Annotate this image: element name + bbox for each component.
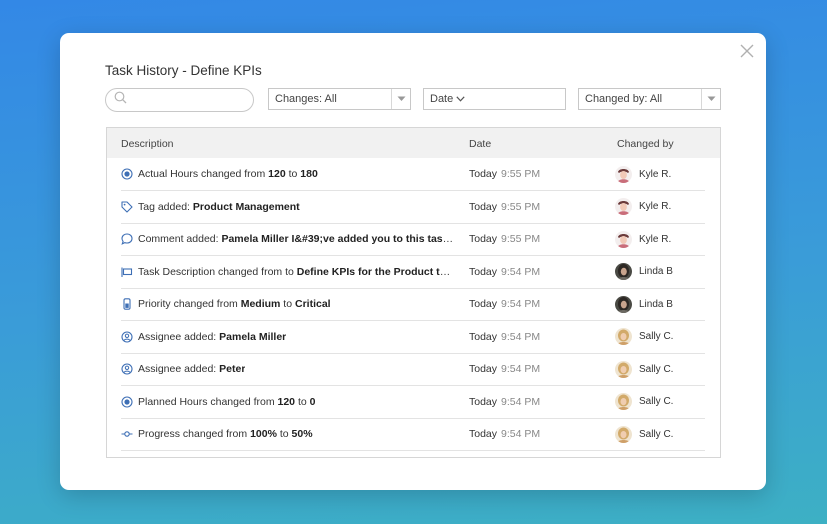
table-row[interactable]: Assignee added: Pamela Miller Today 9:54 P… bbox=[121, 321, 705, 354]
row-date: Today 9:54 PM bbox=[469, 428, 541, 440]
table-row[interactable]: Comment added: Pamela Miller I&#39;ve ad… bbox=[121, 223, 705, 256]
row-changed-by: Linda B bbox=[615, 256, 673, 288]
column-header-date: Date bbox=[469, 138, 492, 150]
chevron-down-icon[interactable] bbox=[391, 89, 410, 109]
date-filter-value: Date bbox=[430, 93, 454, 105]
search-box[interactable] bbox=[105, 88, 254, 112]
row-changed-by: Sally C. bbox=[615, 418, 673, 450]
row-changed-by: Sally C. bbox=[615, 353, 673, 385]
user-name: Sally C. bbox=[639, 331, 674, 342]
row-changed-by: Sally C. bbox=[615, 321, 673, 353]
row-description: Assignee added: Peter bbox=[121, 353, 456, 385]
row-date: Today 9:54 PM bbox=[469, 298, 541, 310]
row-date: Today 9:55 PM bbox=[469, 168, 541, 180]
table-row[interactable]: Assignee added: Peter Today 9:54 PM Sally C… bbox=[121, 353, 705, 386]
row-description: Priority changed from Medium to Critical bbox=[121, 288, 456, 320]
table-row[interactable]: Actual Hours changed from 120 to 180 Toda… bbox=[121, 158, 705, 191]
avatar bbox=[615, 198, 632, 215]
row-changed-by: Linda B bbox=[615, 288, 673, 320]
hours-icon bbox=[121, 395, 133, 408]
row-date: Today 9:54 PM bbox=[469, 395, 541, 408]
user-name: Kyle R. bbox=[639, 233, 672, 245]
description-text: Assignee added: Peter bbox=[138, 363, 246, 375]
row-description: Assignee added: Pamela Miller bbox=[121, 321, 456, 353]
row-date: Today 9:54 PM bbox=[469, 363, 541, 375]
user-name: Sally C. bbox=[639, 396, 674, 407]
tag-icon bbox=[121, 200, 133, 213]
assignee-icon bbox=[121, 330, 133, 343]
history-table: Description Date Changed by Actual Hours… bbox=[106, 127, 721, 458]
hours-icon bbox=[121, 168, 133, 180]
chevron-down-icon bbox=[456, 93, 465, 105]
description-text: Task Description changed from to Define … bbox=[138, 265, 456, 278]
close-icon[interactable] bbox=[740, 44, 754, 58]
row-date: Today 9:55 PM bbox=[469, 200, 541, 213]
modal-title: Task History - Define KPIs bbox=[105, 63, 262, 78]
user-name: Sally C. bbox=[639, 363, 674, 375]
avatar bbox=[615, 360, 632, 378]
description-icon bbox=[121, 266, 133, 278]
column-header-changed-by: Changed by bbox=[617, 138, 674, 150]
search-input[interactable] bbox=[131, 94, 251, 106]
user-name: Kyle R. bbox=[639, 168, 672, 180]
description-text: Planned Hours changed from 120 to 0 bbox=[138, 395, 316, 408]
avatar bbox=[615, 393, 632, 410]
table-row[interactable]: Task Description changed from to Define … bbox=[121, 256, 705, 289]
description-text: Assignee added: Pamela Miller bbox=[138, 330, 287, 343]
comment-icon bbox=[121, 233, 133, 245]
row-date: Today 9:54 PM bbox=[469, 330, 541, 343]
changes-filter-select[interactable]: Changes: All bbox=[268, 88, 411, 110]
assignee-icon bbox=[121, 363, 133, 375]
description-text: Priority changed from Medium to Critical bbox=[138, 298, 331, 310]
table-row[interactable]: Priority changed from Medium to Critical… bbox=[121, 288, 705, 321]
row-description: Comment added: Pamela Miller I&#39;ve ad… bbox=[121, 223, 456, 255]
row-description: Planned Hours changed from 120 to 0 bbox=[121, 386, 456, 418]
avatar bbox=[615, 295, 632, 313]
row-changed-by: Kyle R. bbox=[615, 191, 671, 223]
row-changed-by: Sally C. bbox=[615, 386, 673, 418]
user-name: Sally C. bbox=[639, 428, 674, 440]
avatar bbox=[615, 328, 632, 345]
task-history-modal: Task History - Define KPIs Changes: All … bbox=[60, 33, 766, 490]
table-row[interactable]: Progress changed from 100% to 50% Today 9:… bbox=[121, 418, 705, 451]
avatar bbox=[615, 165, 632, 183]
avatar bbox=[615, 263, 632, 280]
avatar bbox=[615, 230, 632, 248]
table-header: Description Date Changed by bbox=[107, 128, 720, 158]
row-changed-by: Kyle R. bbox=[615, 223, 671, 255]
description-text: Actual Hours changed from 120 to 180 bbox=[138, 168, 318, 180]
row-date: Today 9:55 PM bbox=[469, 233, 541, 245]
table-row[interactable]: Tag added: Product Management Today 9:55 P… bbox=[121, 191, 705, 224]
avatar bbox=[615, 425, 632, 443]
date-filter-select[interactable]: Date bbox=[423, 88, 566, 110]
search-icon bbox=[114, 91, 127, 109]
description-text: Tag added: Product Management bbox=[138, 200, 300, 213]
row-date: Today 9:54 PM bbox=[469, 265, 541, 278]
row-description: Task Description changed from to Define … bbox=[121, 256, 456, 288]
user-name: Kyle R. bbox=[639, 201, 672, 212]
row-changed-by: Kyle R. bbox=[615, 158, 671, 190]
priority-icon bbox=[121, 298, 133, 310]
progress-icon bbox=[121, 428, 133, 440]
user-name: Linda B bbox=[639, 298, 673, 310]
changed-by-filter-select[interactable]: Changed by: All bbox=[578, 88, 721, 110]
row-description: Progress changed from 100% to 50% bbox=[121, 418, 456, 450]
table-row[interactable]: Planned Hours changed from 120 to 0 Today… bbox=[121, 386, 705, 419]
changed-by-filter-value: Changed by: All bbox=[585, 93, 663, 105]
row-description: Tag added: Product Management bbox=[121, 191, 456, 223]
changes-filter-value: Changes: All bbox=[275, 93, 337, 105]
chevron-down-icon[interactable] bbox=[701, 89, 720, 109]
description-text: Comment added: Pamela Miller I&#39;ve ad… bbox=[138, 233, 456, 245]
user-name: Linda B bbox=[639, 266, 673, 277]
description-text: Progress changed from 100% to 50% bbox=[138, 428, 313, 440]
column-header-description: Description bbox=[121, 138, 174, 150]
row-description: Actual Hours changed from 120 to 180 bbox=[121, 158, 456, 190]
